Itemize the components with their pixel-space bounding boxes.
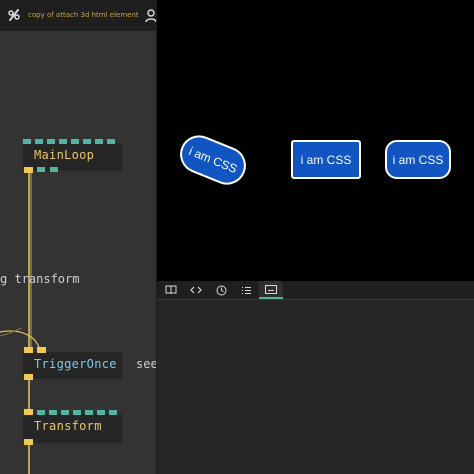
side-text-transform: g transform (0, 272, 80, 286)
node-mainloop[interactable]: MainLoop (23, 139, 122, 173)
input-port[interactable] (24, 347, 33, 353)
input-port[interactable] (95, 139, 103, 144)
input-port[interactable] (73, 410, 81, 415)
code-icon (190, 286, 202, 294)
render-canvas[interactable]: i am CSS i am CSS i am CSS (157, 0, 474, 281)
node-triggeronce[interactable]: TriggerOnce (23, 347, 122, 380)
input-port[interactable] (24, 409, 33, 415)
input-port[interactable] (107, 139, 115, 144)
input-port[interactable] (37, 347, 46, 353)
input-port[interactable] (109, 410, 117, 415)
side-text-see: see (136, 357, 157, 371)
input-port[interactable] (83, 139, 91, 144)
tab-console[interactable] (259, 281, 283, 299)
book-icon (165, 285, 177, 295)
input-port[interactable] (71, 139, 79, 144)
output-port[interactable] (24, 439, 33, 445)
editor-toolbar: copy of attach 3d html element (0, 0, 157, 31)
patch-editor[interactable]: copy of attach 3d html element MainLoop … (0, 0, 157, 474)
input-port[interactable] (35, 139, 43, 144)
input-port[interactable] (85, 410, 93, 415)
css-element-label: i am CSS (186, 144, 240, 176)
console-icon (265, 284, 277, 294)
node-transform[interactable]: Transform (23, 409, 122, 445)
clock-icon (216, 285, 226, 295)
patch-title[interactable]: copy of attach 3d html element (28, 11, 139, 19)
input-port[interactable] (23, 139, 31, 144)
cables-logo-icon[interactable] (7, 8, 21, 22)
bottom-panel (157, 281, 474, 474)
output-port[interactable] (50, 167, 58, 172)
css-element-rounded: i am CSS (385, 140, 451, 179)
node-label: Transform (34, 419, 102, 433)
tab-list[interactable] (235, 281, 257, 299)
css-element-label: i am CSS (392, 152, 444, 167)
node-label: TriggerOnce (34, 357, 117, 371)
input-port[interactable] (97, 410, 105, 415)
output-port[interactable] (24, 374, 33, 380)
input-port[interactable] (61, 410, 69, 415)
list-icon (241, 286, 251, 294)
output-port[interactable] (24, 167, 33, 173)
tab-docs[interactable] (160, 281, 182, 299)
tab-code[interactable] (185, 281, 207, 299)
css-element-rotated: i am CSS (174, 129, 252, 191)
input-port[interactable] (47, 139, 55, 144)
cable-layer (0, 173, 41, 474)
input-port[interactable] (49, 410, 57, 415)
bottom-tabbar (157, 281, 474, 300)
css-element-label: i am CSS (300, 152, 352, 167)
input-port[interactable] (59, 139, 67, 144)
output-port[interactable] (37, 167, 45, 172)
css-element-square: i am CSS (291, 140, 361, 179)
node-label: MainLoop (34, 148, 95, 162)
tab-history[interactable] (210, 281, 232, 299)
input-port[interactable] (37, 410, 45, 415)
